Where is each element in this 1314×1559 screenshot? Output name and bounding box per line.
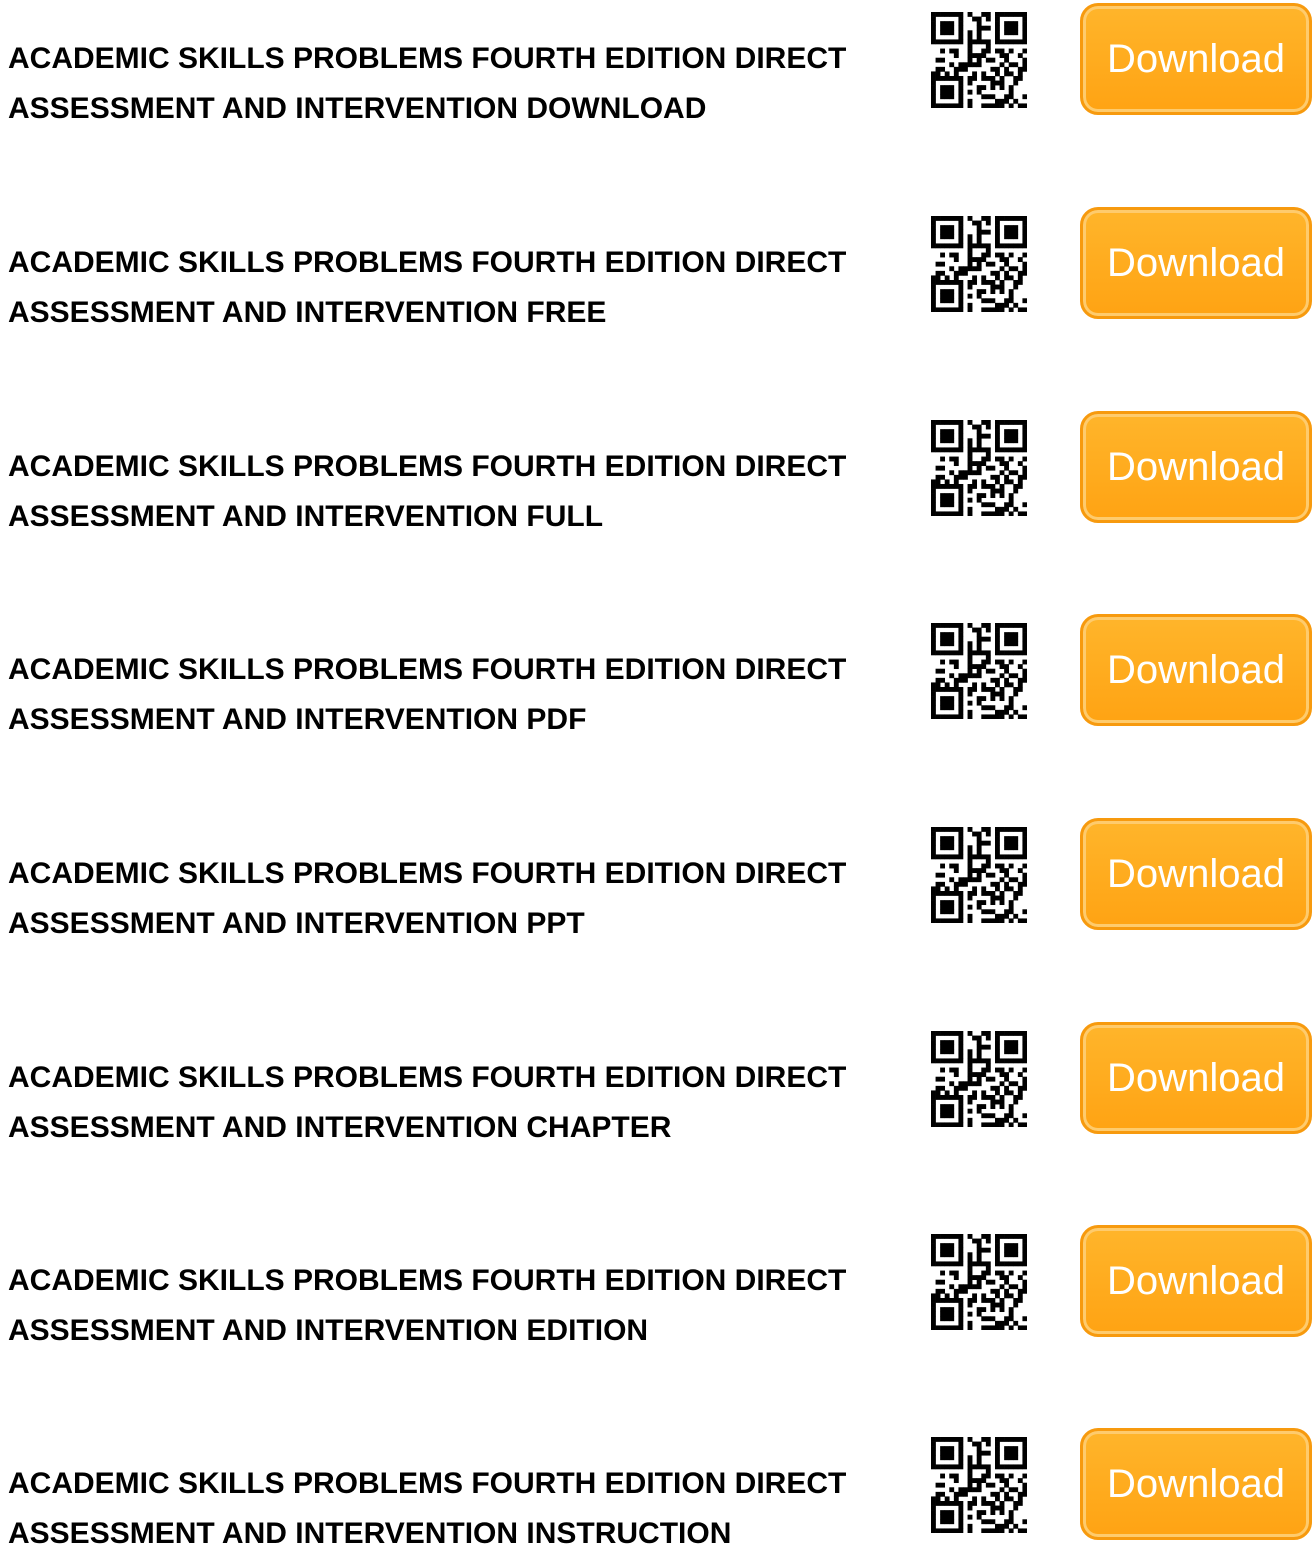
download-button[interactable]: Download (1080, 614, 1312, 726)
qr-code-icon (931, 827, 1027, 923)
list-item: ACADEMIC SKILLS PROBLEMS FOURTH EDITION … (0, 0, 1314, 125)
item-title-line-1: ACADEMIC SKILLS PROBLEMS FOURTH EDITION … (8, 653, 847, 686)
item-title: ACADEMIC SKILLS PROBLEMS FOURTH EDITION … (8, 34, 913, 134)
item-title-line-2: ASSESSMENT AND INTERVENTION INSTRUCTION (8, 1517, 732, 1550)
item-title: ACADEMIC SKILLS PROBLEMS FOURTH EDITION … (8, 238, 913, 338)
item-title: ACADEMIC SKILLS PROBLEMS FOURTH EDITION … (8, 1459, 913, 1559)
list-item: ACADEMIC SKILLS PROBLEMS FOURTH EDITION … (0, 1019, 1314, 1144)
qr-code-icon (931, 1031, 1027, 1127)
list-item: ACADEMIC SKILLS PROBLEMS FOURTH EDITION … (0, 611, 1314, 736)
item-title: ACADEMIC SKILLS PROBLEMS FOURTH EDITION … (8, 1256, 913, 1356)
item-title-line-2: ASSESSMENT AND INTERVENTION FULL (8, 500, 604, 533)
item-title-line-1: ACADEMIC SKILLS PROBLEMS FOURTH EDITION … (8, 857, 847, 890)
list-item: ACADEMIC SKILLS PROBLEMS FOURTH EDITION … (0, 408, 1314, 533)
item-title-line-1: ACADEMIC SKILLS PROBLEMS FOURTH EDITION … (8, 42, 847, 75)
qr-code-icon (931, 1234, 1027, 1330)
item-title-line-1: ACADEMIC SKILLS PROBLEMS FOURTH EDITION … (8, 1467, 847, 1500)
download-button[interactable]: Download (1080, 818, 1312, 930)
item-title: ACADEMIC SKILLS PROBLEMS FOURTH EDITION … (8, 442, 913, 542)
qr-code-icon (931, 623, 1027, 719)
item-title: ACADEMIC SKILLS PROBLEMS FOURTH EDITION … (8, 645, 913, 745)
item-title-line-1: ACADEMIC SKILLS PROBLEMS FOURTH EDITION … (8, 450, 847, 483)
qr-code-icon (931, 12, 1027, 108)
item-title-line-2: ASSESSMENT AND INTERVENTION CHAPTER (8, 1111, 672, 1144)
item-title-line-1: ACADEMIC SKILLS PROBLEMS FOURTH EDITION … (8, 1061, 847, 1094)
list-item: ACADEMIC SKILLS PROBLEMS FOURTH EDITION … (0, 204, 1314, 329)
list-item: ACADEMIC SKILLS PROBLEMS FOURTH EDITION … (0, 815, 1314, 940)
download-button[interactable]: Download (1080, 1022, 1312, 1134)
qr-code-icon (931, 216, 1027, 312)
download-button[interactable]: Download (1080, 1225, 1312, 1337)
download-button[interactable]: Download (1080, 3, 1312, 115)
item-title-line-2: ASSESSMENT AND INTERVENTION FREE (8, 296, 607, 329)
qr-code-icon (931, 420, 1027, 516)
download-button[interactable]: Download (1080, 411, 1312, 523)
download-button[interactable]: Download (1080, 207, 1312, 319)
list-item: ACADEMIC SKILLS PROBLEMS FOURTH EDITION … (0, 1222, 1314, 1347)
item-title: ACADEMIC SKILLS PROBLEMS FOURTH EDITION … (8, 1053, 913, 1153)
list-item: ACADEMIC SKILLS PROBLEMS FOURTH EDITION … (0, 1425, 1314, 1550)
item-title-line-2: ASSESSMENT AND INTERVENTION PPT (8, 907, 585, 940)
item-title: ACADEMIC SKILLS PROBLEMS FOURTH EDITION … (8, 849, 913, 949)
qr-code-icon (931, 1437, 1027, 1533)
item-title-line-2: ASSESSMENT AND INTERVENTION DOWNLOAD (8, 92, 707, 125)
item-title-line-1: ACADEMIC SKILLS PROBLEMS FOURTH EDITION … (8, 1264, 847, 1297)
item-title-line-2: ASSESSMENT AND INTERVENTION EDITION (8, 1314, 649, 1347)
item-title-line-2: ASSESSMENT AND INTERVENTION PDF (8, 703, 587, 736)
item-title-line-1: ACADEMIC SKILLS PROBLEMS FOURTH EDITION … (8, 246, 847, 279)
download-button[interactable]: Download (1080, 1428, 1312, 1540)
